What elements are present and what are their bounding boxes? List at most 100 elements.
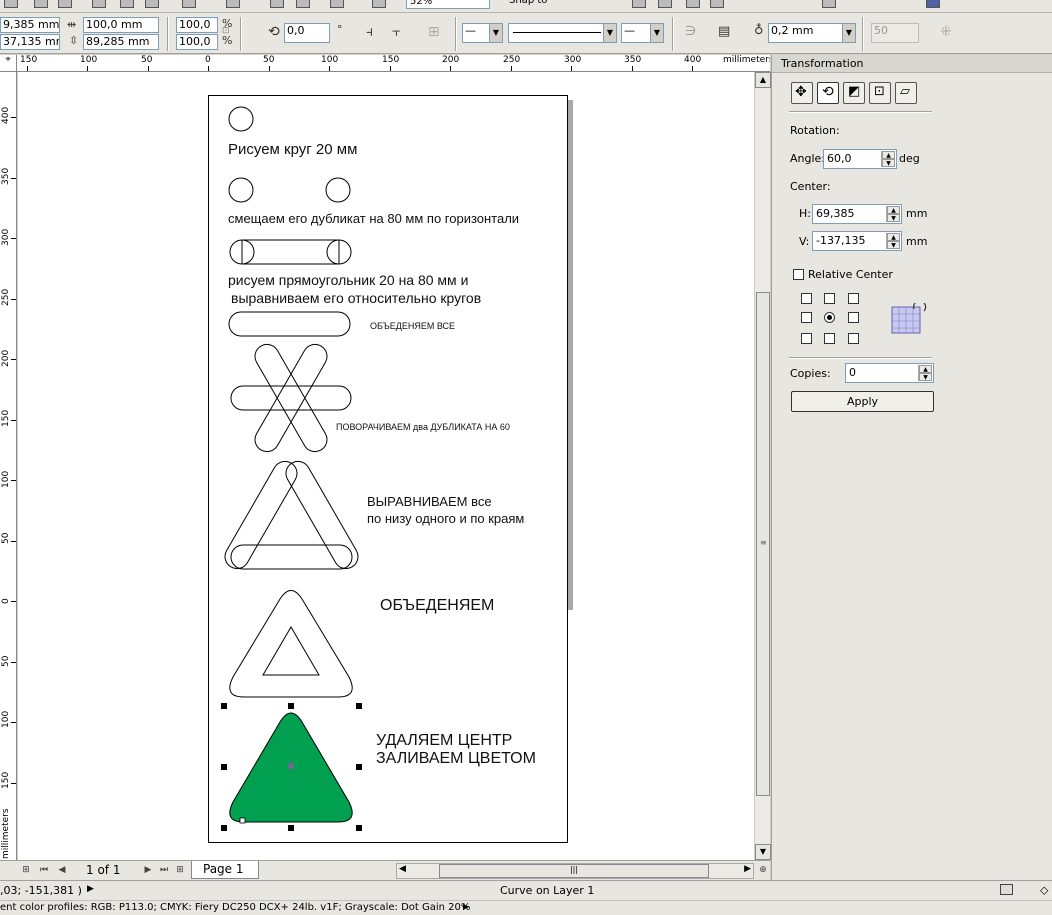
step6-text-line2[interactable]: по низу одного и по краям	[367, 511, 524, 526]
width-field[interactable]: 100,0 mm	[83, 17, 159, 33]
scale-mirror-mode-button[interactable]: ◩	[843, 82, 865, 104]
vertical-ruler[interactable]: 400 350 300 250 200 150 100 50 0 50 100 …	[0, 72, 17, 860]
cut-icon[interactable]	[92, 0, 106, 8]
refresh-icon[interactable]	[658, 0, 672, 8]
first-page-icon[interactable]: ⏮	[37, 864, 51, 877]
outline-indicator-icon[interactable]: ⬦	[1040, 883, 1048, 898]
wrap-text-icon[interactable]: ∋	[685, 24, 696, 39]
prev-page-icon[interactable]: ◀	[55, 864, 69, 877]
vertical-scroll-thumb[interactable]: ≡	[756, 292, 770, 796]
anchor-top-center[interactable]	[824, 293, 835, 304]
status-expand-icon[interactable]: ▶	[87, 884, 94, 894]
anchor-top-right[interactable]	[848, 293, 859, 304]
zoom-combo[interactable]: 52%	[406, 0, 490, 9]
add-page-before-icon[interactable]: ⊞	[19, 864, 33, 877]
horizontal-scrollbar[interactable]: ◀ ||| ▶	[396, 863, 754, 879]
copy-icon[interactable]	[120, 0, 134, 8]
pick-tool-icon[interactable]	[822, 0, 836, 8]
angle-spinner[interactable]: ▲ ▼	[881, 151, 895, 167]
v-tick-label: 50	[1, 655, 11, 667]
fill-indicator-icon[interactable]	[1000, 884, 1013, 895]
scroll-left-button[interactable]: ◀	[399, 864, 406, 874]
horizontal-scroll-thumb[interactable]: |||	[439, 864, 709, 878]
anchor-bottom-left[interactable]	[801, 333, 812, 344]
horizontal-ruler[interactable]: 150 100 50 0 50 100 150 200 250 300 350 …	[17, 55, 770, 72]
scroll-up-button[interactable]: ▲	[755, 72, 771, 88]
step2-text[interactable]: смещаем его дубликат на 80 мм по горизон…	[228, 211, 519, 226]
lock-ratio-icon[interactable]: ⊡	[222, 26, 230, 36]
scale-y-field[interactable]: 100,0	[176, 34, 218, 50]
rotation-angle-field[interactable]: 0,0	[284, 23, 330, 43]
anchor-top-left[interactable]	[801, 293, 812, 304]
step5-text[interactable]: ПОВОРАЧИВАЕМ два ДУБЛИКАТА НА 60	[336, 422, 510, 432]
drawing-canvas[interactable]: Рисуем круг 20 мм смещаем его дубликат н…	[18, 72, 754, 860]
anchor-center[interactable]	[824, 312, 835, 323]
to-front-icon[interactable]: ▤	[718, 24, 730, 39]
step3-text-line2[interactable]: выравниваем его относительно кругов	[231, 290, 481, 306]
angle-value: 60,0	[827, 152, 852, 165]
relative-center-checkbox[interactable]	[793, 269, 804, 280]
step6-text-line1[interactable]: ВЫРАВНИВАЕМ все	[367, 494, 492, 509]
scale-x-field[interactable]: 100,0	[176, 17, 218, 33]
pen-icon[interactable]	[926, 0, 940, 8]
size-mode-button[interactable]: ⊡	[869, 82, 891, 104]
color-profile-expand-icon[interactable]: ▶	[463, 902, 469, 911]
settings-icon[interactable]	[710, 0, 724, 8]
tools-icon[interactable]	[686, 0, 700, 8]
apply-button[interactable]: Apply	[791, 391, 934, 412]
undo-icon[interactable]	[182, 0, 196, 8]
center-v-spinner[interactable]: ▲ ▼	[886, 233, 900, 249]
page-tab[interactable]: Page 1	[191, 861, 259, 879]
save-icon[interactable]	[58, 0, 72, 8]
open-icon[interactable]	[34, 0, 48, 8]
rotation-preview-icon	[891, 303, 927, 334]
rotate-mode-button[interactable]: ⟲	[817, 82, 839, 104]
step1-text[interactable]: Рисуем круг 20 мм	[228, 141, 357, 158]
welcome-screen-icon[interactable]	[372, 0, 386, 8]
center-h-field[interactable]: 69,385 ▲ ▼	[812, 204, 902, 224]
copies-field[interactable]: 0 ▲ ▼	[845, 363, 934, 383]
position-mode-button[interactable]: ✥	[791, 82, 813, 104]
align-icon[interactable]: ⊞	[428, 24, 440, 40]
paste-icon[interactable]	[145, 0, 159, 8]
step3-text-line1[interactable]: рисуем прямоугольник 20 на 80 мм и	[228, 272, 468, 288]
redo-icon[interactable]	[226, 0, 240, 8]
anchor-bottom-right[interactable]	[848, 333, 859, 344]
import-icon[interactable]	[270, 0, 284, 8]
vertical-scrollbar[interactable]: ▲ ≡ ▼	[754, 72, 771, 860]
export-icon[interactable]	[296, 0, 310, 8]
x-position-field[interactable]: 9,385 mm	[0, 17, 60, 33]
step8-text-line1[interactable]: УДАЛЯЕМ ЦЕНТР	[376, 732, 512, 750]
anchor-middle-right[interactable]	[848, 312, 859, 323]
copies-spinner[interactable]: ▲ ▼	[918, 365, 932, 381]
anchor-middle-left[interactable]	[801, 312, 812, 323]
step7-text[interactable]: ОБЪЕДЕНЯЕМ	[380, 597, 494, 615]
mirror-vertical-icon[interactable]: ⫟	[392, 24, 400, 40]
anchor-bottom-center[interactable]	[824, 333, 835, 344]
snap-to-menu[interactable]: Snap to	[506, 0, 596, 9]
mirror-horizontal-icon[interactable]: ⫞	[366, 24, 373, 40]
center-v-field[interactable]: -137,135 ▲ ▼	[812, 231, 902, 251]
center-h-spinner[interactable]: ▲ ▼	[886, 206, 900, 222]
next-page-icon[interactable]: ▶	[141, 864, 155, 877]
ruler-origin-corner[interactable]: ⌖	[0, 55, 17, 72]
outline-style-combo[interactable]: ▼	[508, 23, 617, 43]
step4-text[interactable]: ОБЪЕДЕНЯЕМ ВСЕ	[370, 321, 455, 331]
outline-width-combo[interactable]: 0,2 mm ▼	[768, 23, 856, 43]
start-arrowhead-combo[interactable]: — ▼	[462, 23, 503, 43]
application-launcher-icon[interactable]	[330, 0, 344, 8]
navigator-icon[interactable]: ⊕	[756, 864, 770, 877]
step8-text-line2[interactable]: ЗАЛИВАЕМ ЦВЕТОМ	[376, 750, 536, 768]
new-icon[interactable]	[4, 0, 18, 8]
last-page-icon[interactable]: ⏭	[157, 864, 171, 877]
skew-mode-button[interactable]: ▱	[895, 82, 917, 104]
height-field[interactable]: 89,285 mm	[83, 34, 159, 50]
scroll-down-button[interactable]: ▼	[755, 844, 771, 860]
scroll-right-button[interactable]: ▶	[744, 864, 751, 874]
create-boundary-icon[interactable]: ⁜	[940, 24, 952, 40]
end-arrowhead-combo[interactable]: — ▼	[621, 23, 664, 43]
options-icon[interactable]	[632, 0, 646, 8]
y-position-field[interactable]: 37,135 mm	[0, 34, 60, 50]
angle-field[interactable]: 60,0 ▲ ▼	[823, 149, 897, 169]
add-page-after-icon[interactable]: ⊞	[173, 864, 187, 877]
